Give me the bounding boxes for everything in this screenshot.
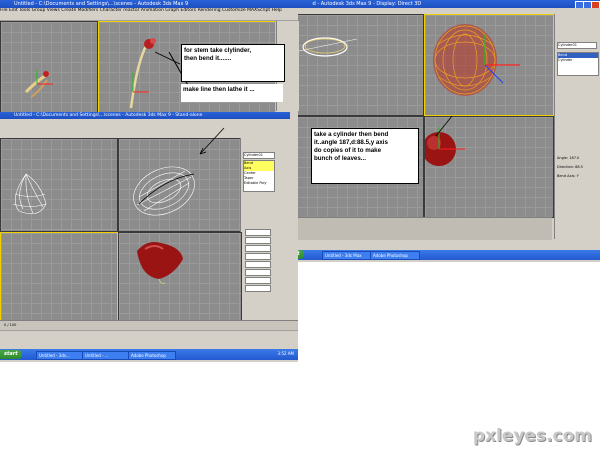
left-inner-title: Untitled - C:\Documents and Settings\...… [14, 113, 203, 118]
red-flower-render [137, 242, 183, 284]
left-start-button[interactable]: start [0, 350, 22, 359]
menu-rendering[interactable]: Rendering [198, 8, 221, 13]
left-viewport-top[interactable] [0, 21, 98, 113]
note-leaves: take a cylinder then bend it..angle 187,… [311, 128, 419, 184]
menu-file[interactable]: File [0, 8, 8, 13]
lathe-wireframe-small [12, 173, 47, 215]
stack-item-editable-poly[interactable]: Editable Poly [244, 181, 274, 186]
right-window-controls [575, 1, 600, 9]
flower-wireframe [433, 24, 520, 96]
left-status-bar [0, 330, 298, 347]
param-bend-axis[interactable]: Bend Axis: Y [557, 172, 599, 181]
menu-edit[interactable]: Edit [9, 8, 18, 13]
note-stem: for stem take clylinder, then bend it...… [181, 44, 285, 82]
left-viewport-bud-render[interactable] [118, 232, 242, 322]
menu-character[interactable]: Character [100, 8, 122, 13]
lathe-wireframe-large [133, 166, 195, 216]
right-viewport-top[interactable] [424, 116, 554, 218]
right-command-panel[interactable]: Cylinder01 Bend Cylinder Angle: 187.0 Di… [554, 14, 600, 239]
left-inner-toolbar[interactable] [0, 125, 276, 139]
menu-maxscript[interactable]: MAXScript [247, 8, 270, 13]
menu-graph-editors[interactable]: Graph Editors [165, 8, 196, 13]
left-panel-rollouts[interactable] [243, 228, 273, 293]
left-task-photoshop[interactable]: Adobe Photoshop [128, 351, 176, 360]
menu-animation[interactable]: Animation [141, 8, 164, 13]
stem-small-render [24, 70, 53, 98]
menu-tools[interactable]: Tools [19, 8, 30, 13]
timeline-frame-counter: 0 / 100 [4, 323, 17, 327]
note-lathe: make line then lathe it ... [181, 84, 283, 102]
system-clock: 3:52 AM [277, 351, 294, 356]
left-taskbar: start Untitled - 3ds... Untitled - ... A… [0, 349, 298, 360]
red-bud-shaded [425, 127, 465, 166]
right-viewport-front[interactable] [296, 14, 424, 116]
stack-item-cylinder[interactable]: Cylinder [558, 58, 598, 63]
param-angle[interactable]: Angle: 187.0 [557, 154, 599, 163]
right-task-3dsmax[interactable]: Untitled - 3ds Max [322, 251, 372, 260]
stem-ring-wireframe [298, 37, 358, 57]
right-window-title: Untitled - Autodesk 3ds Max 9 - Display:… [296, 1, 422, 7]
left-viewport-bottom-left[interactable] [0, 232, 118, 322]
left-object-name-field[interactable]: Cylinder01 [243, 152, 275, 159]
right-task-photoshop[interactable]: Adobe Photoshop [370, 251, 420, 260]
menu-group[interactable]: Group [32, 8, 46, 13]
menu-customize[interactable]: Customize [222, 8, 246, 13]
right-object-name-field[interactable]: Cylinder01 [557, 42, 597, 49]
left-window-title: Untitled - C:\Documents and Settings\...… [14, 1, 189, 7]
left-window-title-bar: Untitled - C:\Documents and Settings\...… [0, 0, 312, 8]
menu-views[interactable]: Views [47, 8, 60, 13]
left-task-2[interactable]: Untitled - ... [82, 351, 130, 360]
left-modifier-stack[interactable]: Bend Axis Center Taper Editable Poly [243, 160, 275, 192]
right-timeline[interactable] [296, 217, 552, 240]
right-modifier-stack[interactable]: Bend Cylinder [557, 52, 599, 76]
left-task-3dsmax[interactable]: Untitled - 3ds... [36, 351, 84, 360]
menu-reactor[interactable]: reactor [123, 8, 139, 13]
menu-modifiers[interactable]: Modifiers [78, 8, 99, 13]
left-viewport-lathe-persp[interactable] [118, 138, 242, 232]
param-direction[interactable]: Direction: 88.5 [557, 163, 599, 172]
right-taskbar: start Untitled - 3ds Max Adobe Photoshop [282, 250, 600, 260]
left-main-toolbar[interactable] [0, 14, 298, 21]
watermark-logo: pxleyes.com [472, 426, 592, 446]
menu-create[interactable]: Create [61, 8, 76, 13]
right-viewport-perspective[interactable] [424, 14, 554, 116]
menu-help[interactable]: Help [272, 8, 282, 13]
left-command-panel-lower[interactable]: Cylinder01 Bend Axis Center Taper Editab… [240, 138, 277, 328]
left-viewport-lathe-top[interactable] [0, 138, 118, 232]
left-inner-title-bar: Untitled - C:\Documents and Settings\...… [0, 112, 290, 119]
right-window-title-bar: Untitled - Autodesk 3ds Max 9 - Display:… [282, 0, 600, 8]
bend-parameters: Angle: 187.0 Direction: 88.5 Bend Axis: … [557, 154, 599, 181]
